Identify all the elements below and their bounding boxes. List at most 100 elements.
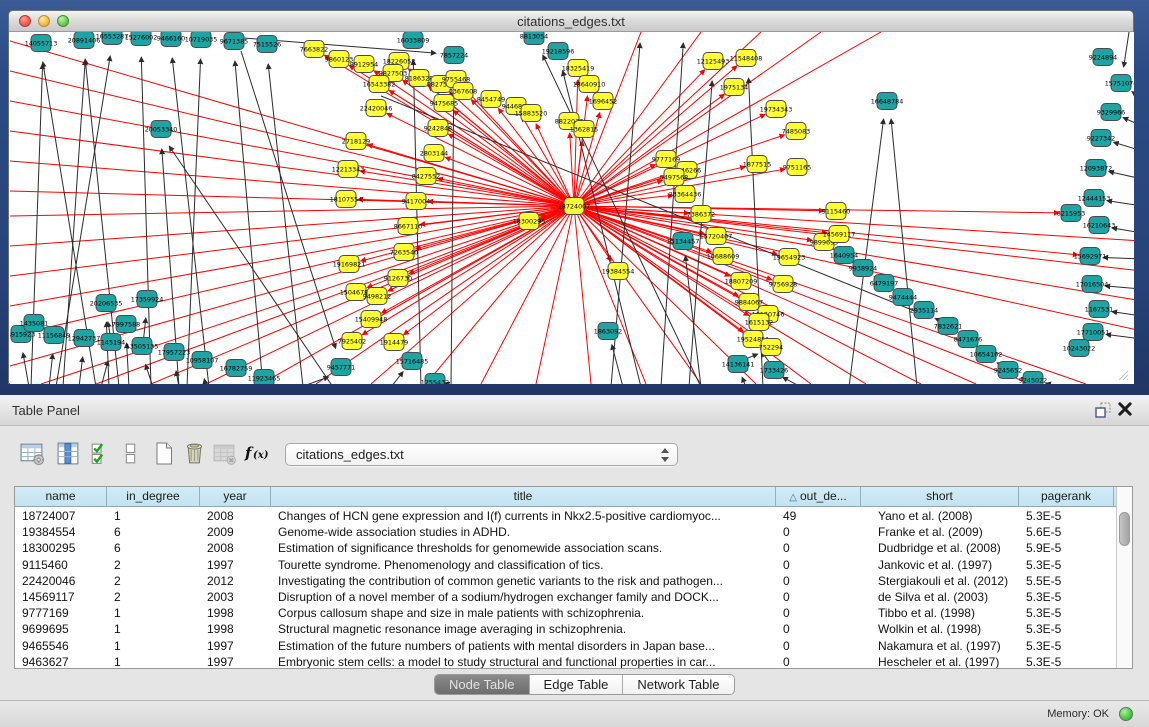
network-canvas[interactable]: 1405571320891406165532871527600294661601…: [10, 32, 1134, 384]
table-row[interactable]: 1456911722003Disruption of a novel membe…: [15, 589, 1116, 605]
table-cell[interactable]: 1: [107, 654, 200, 668]
graph-node[interactable]: 1863092: [594, 323, 622, 340]
memory-status-icon[interactable]: [1119, 707, 1133, 721]
table-cell[interactable]: Estimation of the future numbers of pati…: [271, 638, 776, 654]
graph-node[interactable]: 8813054: [520, 32, 548, 45]
graph-node[interactable]: 19384554: [602, 263, 635, 280]
table-cell[interactable]: Investigating the contribution of common…: [271, 573, 776, 589]
table-cell[interactable]: 6: [107, 524, 200, 540]
graph-node[interactable]: 14136141: [722, 356, 755, 373]
graph-node[interactable]: 9457771: [327, 359, 355, 376]
table-cell[interactable]: 5.3E-5: [1019, 589, 1114, 605]
table-cell[interactable]: Stergiakouli et al. (2012): [861, 573, 1019, 589]
graph-node[interactable]: 7485083: [782, 123, 810, 140]
graph-node[interactable]: 1362815: [570, 121, 598, 138]
graph-node[interactable]: 16648784: [871, 93, 904, 110]
table-cell[interactable]: 1: [107, 621, 200, 637]
table-cell[interactable]: 1: [107, 508, 200, 524]
table-row[interactable]: 977716911998Corpus callosum shape and si…: [15, 605, 1116, 621]
graph-node[interactable]: 7857224: [440, 47, 468, 64]
graph-node[interactable]: 9751165: [783, 159, 811, 176]
table-cell[interactable]: 0: [776, 654, 861, 668]
table-cell[interactable]: 1998: [200, 621, 271, 637]
graph-node[interactable]: 15276002: [125, 32, 158, 46]
select-columns-icon[interactable]: [52, 438, 84, 468]
table-row[interactable]: 946554611997Estimation of the future num…: [15, 638, 1116, 654]
table-cell[interactable]: 5.3E-5: [1019, 508, 1114, 524]
graph-node[interactable]: 20206535: [90, 295, 123, 312]
graph-node[interactable]: 10654162: [970, 346, 1003, 363]
graph-node[interactable]: 2803144: [420, 145, 448, 162]
graph-node[interactable]: 16033809: [397, 32, 430, 49]
graph-node[interactable]: 7263540: [390, 244, 418, 261]
graph-node[interactable]: 9227342: [1087, 130, 1115, 147]
table-cell[interactable]: 5.3E-5: [1019, 621, 1114, 637]
table-cell[interactable]: Wolkin et al. (1998): [861, 621, 1019, 637]
column-header-out-de-[interactable]: △out_de...: [776, 487, 861, 507]
table-row[interactable]: 911546021997Tourette syndrome. Phenomeno…: [15, 557, 1116, 573]
graph-node[interactable]: 10243022: [1063, 340, 1096, 357]
graph-node[interactable]: 18325419: [562, 60, 595, 77]
table-cell[interactable]: 0: [776, 540, 861, 556]
table-cell[interactable]: 2: [107, 573, 200, 589]
table-cell[interactable]: 0: [776, 605, 861, 621]
table-cell[interactable]: Disruption of a novel member of a sodium…: [271, 589, 776, 605]
table-cell[interactable]: Nakamura et al. (1997): [861, 638, 1019, 654]
graph-node[interactable]: 1733426: [760, 362, 788, 379]
graph-node[interactable]: 9497568: [660, 169, 688, 186]
graph-node[interactable]: 1975134: [720, 79, 748, 96]
tab-network-table[interactable]: Network Table: [623, 675, 733, 694]
graph-node[interactable]: 7997588: [112, 316, 140, 333]
graph-node[interactable]: 9474444: [889, 289, 917, 306]
table-cell[interactable]: 5.3E-5: [1019, 638, 1114, 654]
resize-grip-icon[interactable]: [1116, 368, 1130, 381]
table-cell[interactable]: 9465546: [15, 638, 107, 654]
close-panel-icon[interactable]: [1117, 401, 1137, 419]
graph-node[interactable]: 17016504: [1076, 276, 1109, 293]
table-row[interactable]: 1938455462009Genome-wide association stu…: [15, 524, 1116, 540]
table-cell[interactable]: 0: [776, 638, 861, 654]
column-header-year[interactable]: year: [200, 487, 271, 507]
table-cell[interactable]: Genome-wide association studies in ADHD.: [271, 524, 776, 540]
table-cell[interactable]: 2: [107, 589, 200, 605]
graph-node[interactable]: 12444153: [1078, 190, 1111, 207]
graph-node[interactable]: 9242848: [424, 120, 452, 137]
column-header-pagerank[interactable]: pagerank: [1019, 487, 1114, 507]
graph-node[interactable]: 12942737: [68, 330, 101, 347]
table-cell[interactable]: 19384554: [15, 524, 107, 540]
table-cell[interactable]: 9463627: [15, 654, 107, 668]
graph-node[interactable]: 9466160: [157, 32, 185, 47]
graph-node[interactable]: 9756928: [769, 276, 797, 293]
graph-node[interactable]: 17710051: [1077, 324, 1110, 341]
table-cell[interactable]: 9777169: [15, 605, 107, 621]
graph-node[interactable]: 15716485: [396, 353, 429, 370]
table-cell[interactable]: 0: [776, 589, 861, 605]
graph-node[interactable]: 12093872: [1080, 160, 1113, 177]
table-cell[interactable]: 0: [776, 621, 861, 637]
graph-node[interactable]: 9777169: [652, 151, 680, 168]
graph-node[interactable]: 13505135: [126, 338, 159, 355]
table-cell[interactable]: de Silva et al. (2003): [861, 589, 1019, 605]
graph-node[interactable]: 11548408: [730, 50, 763, 67]
graph-node[interactable]: 9671385: [220, 33, 248, 50]
graph-node[interactable]: 9475685: [430, 95, 458, 112]
table-cell[interactable]: 49: [776, 508, 861, 524]
graph-node[interactable]: 12213343: [332, 161, 365, 178]
graph-node[interactable]: 8912954: [350, 56, 378, 73]
graph-node[interactable]: 9329966: [1097, 104, 1125, 121]
select-all-icon[interactable]: [84, 438, 116, 468]
table-cell[interactable]: 2003: [200, 589, 271, 605]
table-cell[interactable]: 2: [107, 557, 200, 573]
graph-node[interactable]: 20053340: [145, 121, 178, 138]
table-cell[interactable]: 1: [107, 605, 200, 621]
graph-node[interactable]: 1167531: [1085, 301, 1113, 318]
graph-node[interactable]: 1615132: [745, 314, 773, 331]
tab-edge-table[interactable]: Edge Table: [530, 675, 624, 694]
table-cell[interactable]: Tourette syndrome. Phenomenology and cla…: [271, 557, 776, 573]
table-cell[interactable]: 0: [776, 573, 861, 589]
table-cell[interactable]: 1997: [200, 638, 271, 654]
graph-node[interactable]: 1696452: [589, 93, 617, 110]
table-cell[interactable]: 2009: [200, 524, 271, 540]
table-cell[interactable]: Embryonic stem cells: a model to study s…: [271, 654, 776, 668]
table-cell[interactable]: Yano et al. (2008): [861, 508, 1019, 524]
